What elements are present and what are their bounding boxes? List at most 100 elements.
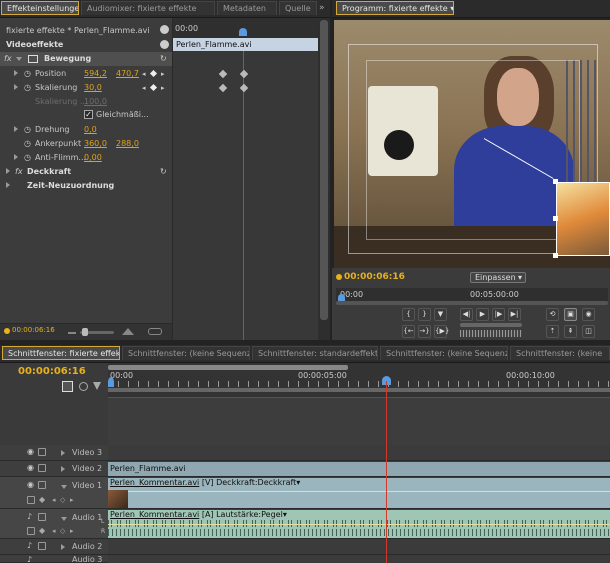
tab-effect-controls[interactable]: Effekteinstellungen (1, 1, 79, 15)
prev-keyframe-icon[interactable]: ◂ (52, 527, 56, 535)
loop-button[interactable]: ⟲ (546, 308, 559, 321)
lock-icon[interactable] (38, 542, 46, 550)
flicker-value[interactable]: 0,00 (84, 151, 102, 165)
track-header-video1[interactable]: ◉ Video 1 ◆ ◂ ◇ ▸ (0, 477, 108, 509)
chevron-down-icon[interactable]: ▾ (450, 4, 453, 13)
add-keyframe-icon[interactable]: ◇ (60, 496, 65, 504)
expand-audio2[interactable] (61, 543, 65, 552)
lock-icon[interactable] (38, 513, 46, 521)
pip-handle-ml[interactable] (553, 216, 558, 221)
stopwatch-scale[interactable]: ◷ (24, 81, 31, 95)
fx-toggle-opacity[interactable]: fx (15, 165, 23, 179)
clip-perlen-flamme[interactable]: Perlen_Flamme.avi (108, 462, 610, 476)
lock-icon[interactable] (38, 481, 46, 489)
program-timecode[interactable]: 00:00:06:16 (344, 272, 405, 282)
go-to-clip-icon[interactable] (160, 25, 169, 34)
track-header-audio1[interactable]: ♪ Audio 1 ◆ ◂ ◇ ▸ (0, 509, 108, 539)
next-keyframe-icon[interactable]: ▸ (70, 496, 74, 504)
tab-timeline-empty-1[interactable]: Schnittfenster: (keine Sequenzen) (122, 346, 250, 360)
expand-video3[interactable] (61, 449, 65, 458)
step-forward-button[interactable]: |▶ (492, 308, 505, 321)
show-keyframes-icon[interactable]: ◆ (39, 526, 45, 535)
anchor-y-value[interactable]: 288,0 (116, 137, 139, 151)
stopwatch-position[interactable]: ◷ (24, 67, 31, 81)
expand-video2[interactable] (61, 465, 65, 474)
export-frame-button[interactable]: ◫ (582, 325, 595, 338)
stopwatch-flicker[interactable]: ◷ (24, 151, 31, 165)
speaker-icon[interactable]: ♪ (27, 555, 32, 562)
zoom-slider-thumb[interactable] (82, 328, 88, 336)
snap-icon[interactable] (62, 381, 73, 392)
zoom-in-icon[interactable] (122, 328, 134, 335)
output-button[interactable]: ◉ (582, 308, 595, 321)
lift-button[interactable]: ⇡ (546, 325, 559, 338)
display-style-icon[interactable] (27, 496, 35, 504)
expand-rotation[interactable] (14, 123, 18, 137)
stopwatch-anchor[interactable]: ◷ (24, 137, 31, 151)
tab-timeline-standard[interactable]: Schnittfenster: standardeffekte (252, 346, 378, 360)
track-header-audio3[interactable]: ♪ Audio 3 (0, 555, 108, 563)
expand-opacity[interactable] (6, 165, 10, 179)
next-keyframe-icon[interactable]: ▸ (161, 70, 165, 78)
go-to-end-button[interactable]: ▶| (508, 308, 521, 321)
speaker-icon[interactable]: ♪ (27, 541, 32, 550)
extract-button[interactable]: ⇞ (564, 325, 577, 338)
uniform-scale-checkbox[interactable]: ✓ (84, 110, 93, 119)
fit-dropdown[interactable]: Einpassen ▾ (470, 272, 526, 283)
anchor-x-value[interactable]: 360,0 (84, 137, 107, 151)
tab-program-monitor[interactable]: Programm: fixierte effekte ▾ (336, 1, 454, 15)
tab-metadata[interactable]: Metadaten (217, 1, 277, 15)
position-keyframe-1[interactable] (218, 69, 228, 79)
go-to-in-button[interactable]: {← (402, 325, 415, 338)
set-marker-button[interactable]: ▼ (434, 308, 447, 321)
next-keyframe-icon[interactable]: ▸ (161, 84, 165, 92)
tab-timeline-fixierte[interactable]: Schnittfenster: fixierte effekte (2, 346, 120, 360)
zoom-out-icon[interactable] (68, 330, 76, 334)
play-in-to-out-button[interactable]: {▶} (434, 325, 449, 338)
reset-motion-icon[interactable]: ↻ (160, 52, 167, 66)
step-back-button[interactable]: ◀| (460, 308, 473, 321)
timeline-playhead[interactable] (386, 381, 387, 563)
pip-handle-bl[interactable] (553, 253, 558, 258)
panel-options-icon[interactable] (160, 40, 169, 49)
show-keyframes-icon[interactable]: ◆ (39, 495, 45, 504)
volume-rubberband[interactable] (108, 524, 610, 525)
mini-clip-bar[interactable]: Perlen_Flamme.avi (173, 38, 319, 51)
expand-motion[interactable] (16, 52, 22, 66)
speaker-icon[interactable]: ♪ (27, 512, 32, 521)
eye-icon[interactable]: ◉ (27, 480, 34, 489)
shuttle-slider[interactable] (460, 323, 522, 327)
jog-wheel[interactable] (460, 330, 522, 337)
effects-scrollbar-thumb[interactable] (320, 20, 328, 320)
opacity-rubberband[interactable] (128, 491, 610, 492)
expand-flicker[interactable] (14, 151, 18, 165)
clip-perlen-kommentar-video[interactable]: Perlen_Kommentar.avi [V] Deckkraft:Deckk… (108, 478, 610, 508)
add-keyframe-icon[interactable] (149, 69, 158, 78)
mark-in-button[interactable]: { (402, 308, 415, 321)
effects-scrollbar[interactable] (318, 18, 330, 340)
prev-keyframe-icon[interactable]: ◂ (142, 70, 146, 78)
timeline-timecode[interactable]: 00:00:06:16 (18, 366, 86, 377)
set-encore-marker-icon[interactable] (79, 382, 88, 391)
track-video3[interactable] (108, 445, 610, 461)
lock-icon[interactable] (38, 464, 46, 472)
eye-icon[interactable]: ◉ (27, 447, 34, 456)
tab-timeline-empty-3[interactable]: Schnittfenster: (keine (510, 346, 610, 360)
eye-icon[interactable]: ◉ (27, 463, 34, 472)
clip-v1-fx-menu[interactable]: Deckkraft:Deckkraft▾ (216, 478, 300, 487)
loop-icon[interactable] (148, 328, 162, 335)
timeline-ruler[interactable]: 00:00 00:00:05:00 00:00:10:00 (108, 363, 610, 397)
display-style-icon[interactable] (27, 527, 35, 535)
go-to-out-button[interactable]: →} (418, 325, 431, 338)
clip-a1-fx-menu[interactable]: Lautstärke:Pegel▾ (216, 510, 287, 519)
prev-keyframe-icon[interactable]: ◂ (52, 496, 56, 504)
add-keyframe-icon[interactable]: ◇ (60, 527, 65, 535)
timeline-zoom-bar[interactable] (108, 388, 610, 392)
stopwatch-rotation[interactable]: ◷ (24, 123, 31, 137)
mark-out-button[interactable]: } (418, 308, 431, 321)
scale-keyframe-1[interactable] (218, 83, 228, 93)
program-playhead-marker[interactable] (338, 294, 345, 301)
safe-margins-button[interactable]: ▣ (564, 308, 577, 321)
reset-opacity-icon[interactable]: ↻ (160, 165, 167, 179)
scale-keyframe-2[interactable] (239, 83, 249, 93)
